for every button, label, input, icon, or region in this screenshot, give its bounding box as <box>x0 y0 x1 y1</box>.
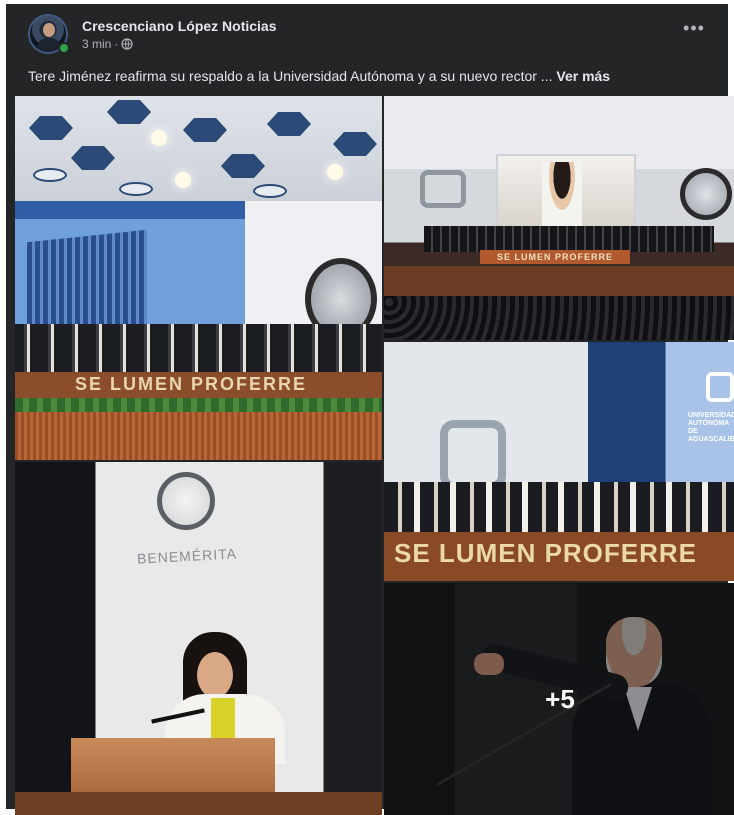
more-photos-count[interactable]: +5 <box>384 583 734 815</box>
post-card: Crescenciano López Noticias 3 min · ••• … <box>0 0 734 815</box>
speaker-on-screen <box>542 162 582 228</box>
ua-badge <box>253 184 287 198</box>
post-meta: 3 min · <box>82 37 133 51</box>
photo-auditorium[interactable]: SE LUMEN PROFERRE <box>384 96 734 340</box>
post-time[interactable]: 3 min <box>82 37 111 51</box>
stage-guests <box>15 324 382 372</box>
ua-badge <box>33 168 67 182</box>
globe-icon[interactable] <box>121 38 133 50</box>
ua-logo <box>440 420 506 490</box>
university-name: UNIVERSIDAD AUTÓNOMA DE AGUASCALIENTES <box>688 412 734 443</box>
online-status-dot <box>58 42 70 54</box>
lectern-base <box>15 792 382 815</box>
stage-guests <box>424 226 714 252</box>
photo-oath-more[interactable]: +5 <box>384 583 734 815</box>
ceiling-light <box>151 130 167 146</box>
ceiling-light <box>327 164 343 180</box>
ua-logo-small <box>706 372 734 402</box>
ceiling-light <box>175 172 191 188</box>
ua-badge <box>119 182 153 196</box>
benemerita-logo <box>157 472 215 530</box>
post-text: Tere Jiménez reafirma su respaldo a la U… <box>28 66 712 86</box>
see-more-link[interactable]: Ver más <box>556 68 610 84</box>
meta-separator: · <box>114 37 119 51</box>
audience <box>384 296 734 340</box>
post-body-text: Tere Jiménez reafirma su respaldo a la U… <box>28 68 553 84</box>
podium-motto: SE LUMEN PROFERRE <box>75 374 308 394</box>
stage-guests <box>384 482 734 534</box>
author-name[interactable]: Crescenciano López Noticias <box>82 18 277 34</box>
podium-motto: SE LUMEN PROFERRE <box>394 538 698 568</box>
speaker-face <box>197 652 233 698</box>
wall-clock <box>680 168 732 220</box>
photo-stage-closeup[interactable]: UNIVERSIDAD AUTÓNOMA DE AGUASCALIENTES S… <box>384 342 734 581</box>
ua-logo <box>420 170 466 208</box>
avatar-face <box>43 23 55 37</box>
ceiling <box>15 96 382 216</box>
post-header: Crescenciano López Noticias 3 min · ••• <box>28 12 712 60</box>
stage-front <box>384 266 734 298</box>
more-options-icon[interactable]: ••• <box>676 19 712 44</box>
lectern <box>71 738 275 798</box>
flower-arrangement <box>15 398 382 412</box>
stage-banner: SE LUMEN PROFERRE <box>480 250 630 264</box>
photo-speaker[interactable]: BENEMÉRITA <box>15 462 382 815</box>
stage-front <box>15 412 382 460</box>
photo-stage-ceremony[interactable]: SE LUMEN PROFERRE <box>15 96 382 460</box>
